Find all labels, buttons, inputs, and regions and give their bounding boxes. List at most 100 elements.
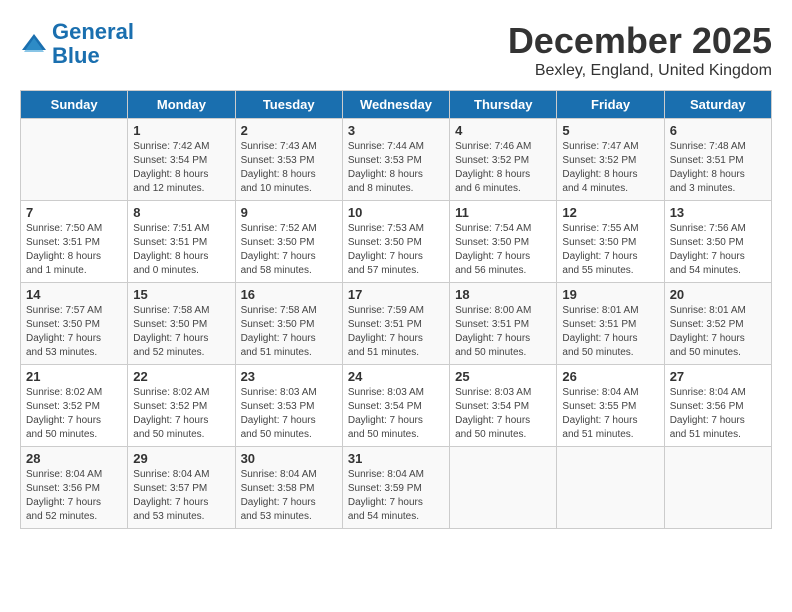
calendar-cell: 29 Sunrise: 8:04 AM Sunset: 3:57 PM Dayli… — [128, 447, 235, 529]
week-row-3: 14 Sunrise: 7:57 AM Sunset: 3:50 PM Dayli… — [21, 283, 772, 365]
day-number: 1 — [133, 123, 229, 138]
logo: General Blue — [20, 20, 134, 68]
calendar-cell: 26Sunrise: 8:04 AM Sunset: 3:55 PM Dayli… — [557, 365, 664, 447]
calendar-cell: 9Sunrise: 7:52 AM Sunset: 3:50 PM Daylig… — [235, 201, 342, 283]
day-info: Sunrise: 7:51 AM Sunset: 3:51 PM Dayligh… — [133, 222, 229, 278]
calendar-cell: 30 Sunrise: 8:04 AM Sunset: 3:58 PM Dayli… — [235, 447, 342, 529]
day-number: 5 — [562, 123, 658, 138]
calendar-cell: 3Sunrise: 7:44 AM Sunset: 3:53 PM Daylig… — [342, 119, 449, 201]
logo-text: General Blue — [52, 20, 134, 68]
day-info: Sunrise: 8:03 AM Sunset: 3:54 PM Dayligh… — [455, 386, 551, 442]
calendar-cell: 4Sunrise: 7:46 AM Sunset: 3:52 PM Daylig… — [450, 119, 557, 201]
day-number: 27 — [670, 369, 766, 384]
logo-icon — [20, 30, 48, 58]
day-info: Sunrise: 7:54 AM Sunset: 3:50 PM Dayligh… — [455, 222, 551, 278]
day-number: 25 — [455, 369, 551, 384]
calendar-cell: 13 Sunrise: 7:56 AM Sunset: 3:50 PM Dayli… — [664, 201, 771, 283]
day-number: 21 — [26, 369, 122, 384]
day-number: 11 — [455, 205, 551, 220]
day-info: Sunrise: 7:53 AM Sunset: 3:50 PM Dayligh… — [348, 222, 444, 278]
calendar-cell: 24Sunrise: 8:03 AM Sunset: 3:54 PM Dayli… — [342, 365, 449, 447]
day-number: 7 — [26, 205, 122, 220]
day-info: Sunrise: 8:02 AM Sunset: 3:52 PM Dayligh… — [26, 386, 122, 442]
calendar-cell: 12Sunrise: 7:55 AM Sunset: 3:50 PM Dayli… — [557, 201, 664, 283]
day-info: Sunrise: 7:56 AM Sunset: 3:50 PM Dayligh… — [670, 222, 766, 278]
calendar-cell: 16Sunrise: 7:58 AM Sunset: 3:50 PM Dayli… — [235, 283, 342, 365]
calendar-cell: 18 Sunrise: 8:00 AM Sunset: 3:51 PM Dayli… — [450, 283, 557, 365]
day-info: Sunrise: 7:47 AM Sunset: 3:52 PM Dayligh… — [562, 140, 658, 196]
calendar-cell: 10 Sunrise: 7:53 AM Sunset: 3:50 PM Dayli… — [342, 201, 449, 283]
calendar-cell: 28Sunrise: 8:04 AM Sunset: 3:56 PM Dayli… — [21, 447, 128, 529]
day-info: Sunrise: 8:03 AM Sunset: 3:53 PM Dayligh… — [241, 386, 337, 442]
calendar-cell: 14 Sunrise: 7:57 AM Sunset: 3:50 PM Dayli… — [21, 283, 128, 365]
title-block: December 2025 Bexley, England, United Ki… — [508, 20, 772, 80]
day-info: Sunrise: 8:04 AM Sunset: 3:57 PM Dayligh… — [133, 468, 229, 524]
day-header-tuesday: Tuesday — [235, 91, 342, 119]
day-info: Sunrise: 8:04 AM Sunset: 3:59 PM Dayligh… — [348, 468, 444, 524]
day-header-friday: Friday — [557, 91, 664, 119]
day-info: Sunrise: 8:04 AM Sunset: 3:56 PM Dayligh… — [670, 386, 766, 442]
week-row-5: 28Sunrise: 8:04 AM Sunset: 3:56 PM Dayli… — [21, 447, 772, 529]
day-info: Sunrise: 8:04 AM Sunset: 3:58 PM Dayligh… — [241, 468, 337, 524]
day-info: Sunrise: 7:50 AM Sunset: 3:51 PM Dayligh… — [26, 222, 122, 278]
calendar-cell: 17Sunrise: 7:59 AM Sunset: 3:51 PM Dayli… — [342, 283, 449, 365]
calendar-cell: 6 Sunrise: 7:48 AM Sunset: 3:51 PM Daylig… — [664, 119, 771, 201]
day-number: 19 — [562, 287, 658, 302]
calendar-cell: 20Sunrise: 8:01 AM Sunset: 3:52 PM Dayli… — [664, 283, 771, 365]
calendar-cell: 2Sunrise: 7:43 AM Sunset: 3:53 PM Daylig… — [235, 119, 342, 201]
page-header: General Blue December 2025 Bexley, Engla… — [20, 20, 772, 80]
day-info: Sunrise: 7:57 AM Sunset: 3:50 PM Dayligh… — [26, 304, 122, 360]
day-info: Sunrise: 7:58 AM Sunset: 3:50 PM Dayligh… — [133, 304, 229, 360]
day-info: Sunrise: 7:43 AM Sunset: 3:53 PM Dayligh… — [241, 140, 337, 196]
day-number: 22 — [133, 369, 229, 384]
calendar-cell: 7 Sunrise: 7:50 AM Sunset: 3:51 PM Daylig… — [21, 201, 128, 283]
day-number: 26 — [562, 369, 658, 384]
month-title: December 2025 — [508, 20, 772, 62]
calendar-header-row: SundayMondayTuesdayWednesdayThursdayFrid… — [21, 91, 772, 119]
location: Bexley, England, United Kingdom — [508, 62, 772, 80]
calendar-cell — [21, 119, 128, 201]
day-header-monday: Monday — [128, 91, 235, 119]
day-number: 30 — [241, 451, 337, 466]
day-header-thursday: Thursday — [450, 91, 557, 119]
calendar-cell: 27 Sunrise: 8:04 AM Sunset: 3:56 PM Dayli… — [664, 365, 771, 447]
day-info: Sunrise: 7:58 AM Sunset: 3:50 PM Dayligh… — [241, 304, 337, 360]
calendar-cell — [664, 447, 771, 529]
day-number: 14 — [26, 287, 122, 302]
calendar-cell — [557, 447, 664, 529]
week-row-4: 21 Sunrise: 8:02 AM Sunset: 3:52 PM Dayli… — [21, 365, 772, 447]
day-number: 31 — [348, 451, 444, 466]
day-info: Sunrise: 8:01 AM Sunset: 3:51 PM Dayligh… — [562, 304, 658, 360]
calendar-cell: 8Sunrise: 7:51 AM Sunset: 3:51 PM Daylig… — [128, 201, 235, 283]
day-number: 15 — [133, 287, 229, 302]
day-number: 18 — [455, 287, 551, 302]
day-info: Sunrise: 8:01 AM Sunset: 3:52 PM Dayligh… — [670, 304, 766, 360]
day-number: 3 — [348, 123, 444, 138]
day-number: 13 — [670, 205, 766, 220]
calendar-cell: 19 Sunrise: 8:01 AM Sunset: 3:51 PM Dayli… — [557, 283, 664, 365]
day-header-saturday: Saturday — [664, 91, 771, 119]
day-info: Sunrise: 7:48 AM Sunset: 3:51 PM Dayligh… — [670, 140, 766, 196]
day-number: 10 — [348, 205, 444, 220]
day-info: Sunrise: 7:46 AM Sunset: 3:52 PM Dayligh… — [455, 140, 551, 196]
day-info: Sunrise: 7:59 AM Sunset: 3:51 PM Dayligh… — [348, 304, 444, 360]
day-info: Sunrise: 8:00 AM Sunset: 3:51 PM Dayligh… — [455, 304, 551, 360]
day-info: Sunrise: 7:55 AM Sunset: 3:50 PM Dayligh… — [562, 222, 658, 278]
calendar-cell: 25 Sunrise: 8:03 AM Sunset: 3:54 PM Dayli… — [450, 365, 557, 447]
calendar-cell: 23 Sunrise: 8:03 AM Sunset: 3:53 PM Dayli… — [235, 365, 342, 447]
calendar-cell: 5 Sunrise: 7:47 AM Sunset: 3:52 PM Daylig… — [557, 119, 664, 201]
day-info: Sunrise: 7:42 AM Sunset: 3:54 PM Dayligh… — [133, 140, 229, 196]
day-info: Sunrise: 8:02 AM Sunset: 3:52 PM Dayligh… — [133, 386, 229, 442]
calendar-cell: 15 Sunrise: 7:58 AM Sunset: 3:50 PM Dayli… — [128, 283, 235, 365]
day-number: 9 — [241, 205, 337, 220]
day-number: 29 — [133, 451, 229, 466]
day-number: 28 — [26, 451, 122, 466]
week-row-2: 7 Sunrise: 7:50 AM Sunset: 3:51 PM Daylig… — [21, 201, 772, 283]
calendar-cell — [450, 447, 557, 529]
calendar-table: SundayMondayTuesdayWednesdayThursdayFrid… — [20, 90, 772, 529]
day-header-sunday: Sunday — [21, 91, 128, 119]
calendar-cell: 21 Sunrise: 8:02 AM Sunset: 3:52 PM Dayli… — [21, 365, 128, 447]
day-number: 23 — [241, 369, 337, 384]
day-number: 6 — [670, 123, 766, 138]
day-header-wednesday: Wednesday — [342, 91, 449, 119]
